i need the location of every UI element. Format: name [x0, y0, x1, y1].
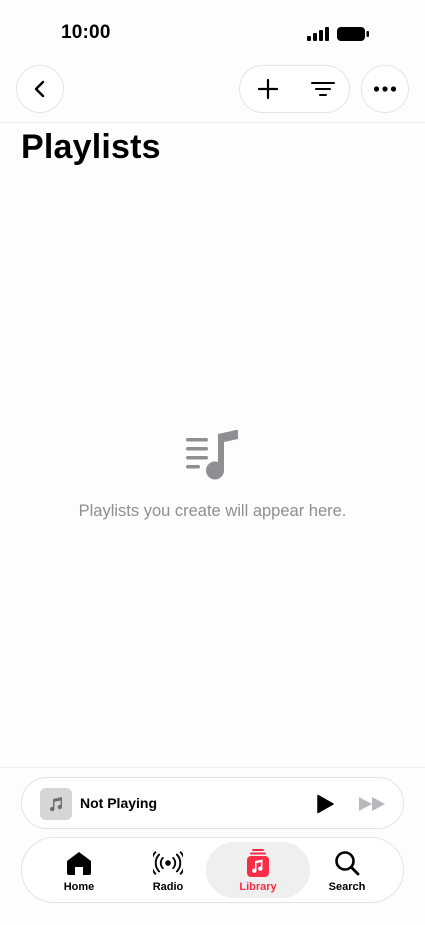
signal-icon — [307, 27, 329, 41]
tab-library[interactable]: Library — [206, 842, 310, 898]
mini-player[interactable]: Not Playing — [21, 777, 404, 829]
ellipsis-icon — [373, 86, 397, 92]
tab-label: Home — [63, 881, 95, 893]
now-playing-title: Not Playing — [80, 795, 158, 811]
home-icon — [67, 852, 91, 875]
more-button[interactable] — [361, 65, 409, 113]
tab-label: Library — [239, 881, 277, 893]
tab-home[interactable]: Home — [44, 842, 114, 898]
header-actions-pill — [239, 65, 350, 113]
fast-forward-icon[interactable] — [358, 795, 388, 813]
chevron-left-icon — [34, 80, 45, 98]
tab-label: Radio — [152, 881, 184, 893]
play-icon[interactable] — [315, 794, 335, 814]
status-bar: 10:00 — [0, 0, 425, 60]
add-playlist-button[interactable] — [240, 66, 295, 112]
sort-lines-icon — [310, 82, 335, 96]
now-playing-artwork — [40, 788, 72, 820]
header-toolbar — [0, 64, 425, 116]
tab-label: Search — [328, 881, 366, 893]
header-divider — [0, 122, 425, 123]
tab-bar: Home Radio Library Search — [21, 837, 404, 903]
battery-icon — [337, 27, 369, 41]
radio-waves-icon — [153, 851, 183, 875]
tab-search[interactable]: Search — [312, 842, 382, 898]
back-button[interactable] — [16, 65, 64, 113]
music-note-icon — [50, 797, 63, 812]
music-playlist-icon — [186, 430, 238, 480]
magnifier-icon — [335, 851, 360, 876]
status-time: 10:00 — [61, 22, 111, 43]
page-title: Playlists — [21, 128, 161, 166]
bottom-divider — [0, 767, 425, 768]
sort-button[interactable] — [295, 66, 350, 112]
plus-icon — [257, 78, 278, 100]
tab-radio[interactable]: Radio — [133, 842, 203, 898]
library-icon — [247, 849, 269, 877]
empty-state-message: Playlists you create will appear here. — [78, 502, 347, 520]
